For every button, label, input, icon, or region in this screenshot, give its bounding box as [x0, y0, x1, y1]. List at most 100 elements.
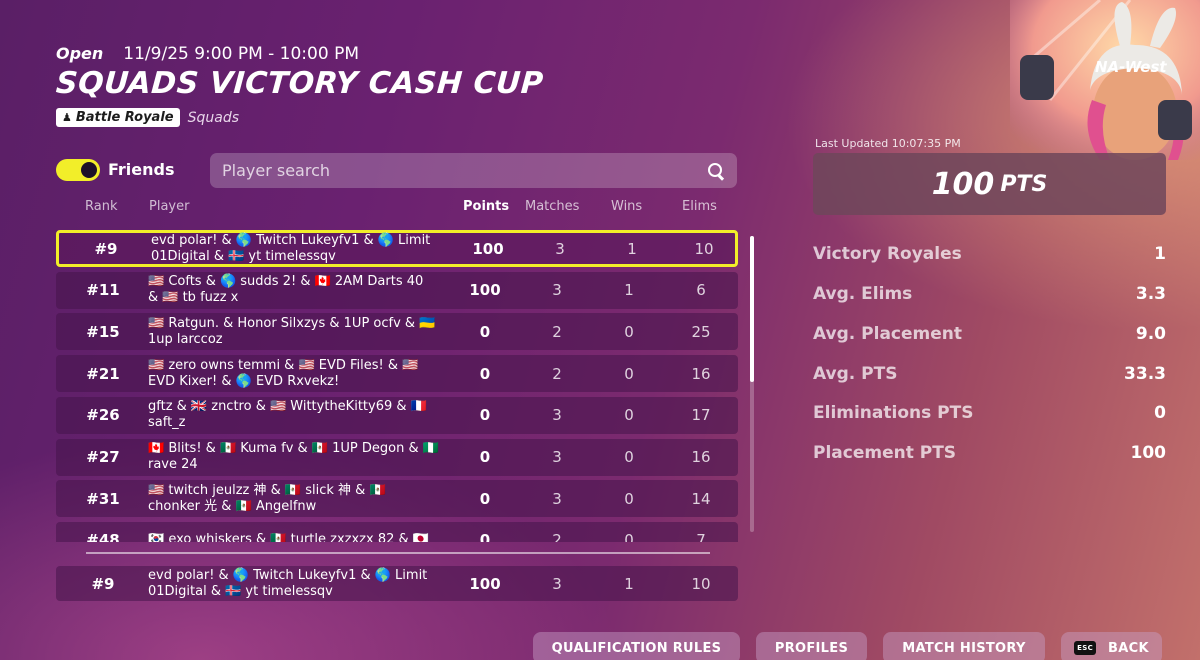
row-elims: 14	[691, 489, 711, 508]
row-points: 100	[469, 281, 501, 300]
back-button[interactable]: ESC BACK	[1061, 632, 1162, 660]
row-wins: 0	[624, 489, 634, 508]
total-points-unit: PTS	[1000, 171, 1048, 197]
back-button-label: BACK	[1108, 640, 1149, 656]
stat-row: Avg. PTS 33.3	[813, 364, 1166, 384]
stat-label: Avg. Elims	[813, 284, 913, 304]
my-players-line1: evd polar! & 🌎 Twitch Lukeyfv1 & 🌎 Limit	[148, 567, 428, 583]
row-matches: 3	[552, 489, 562, 508]
row-elims: 16	[691, 364, 711, 383]
my-elims: 10	[691, 574, 711, 593]
row-players-line1: evd polar! & 🌎 Twitch Lukeyfv1 & 🌎 Limit	[151, 232, 431, 248]
list-divider	[86, 552, 710, 554]
row-points: 100	[472, 239, 504, 258]
stat-label: Victory Royales	[813, 244, 962, 264]
friends-toggle[interactable]	[56, 159, 100, 181]
total-points-box: 100 PTS	[813, 153, 1166, 215]
stat-value: 1	[1154, 244, 1166, 264]
table-row[interactable]: #15 🇺🇸 Ratgun. & Honor Silxzys & 1UP ocfv…	[56, 313, 738, 351]
leaderboard-list[interactable]: #9 evd polar! & 🌎 Twitch Lukeyfv1 & 🌎 Lim…	[56, 230, 738, 542]
row-elims: 17	[691, 406, 711, 425]
player-search-input[interactable]: Player search	[210, 153, 737, 188]
row-wins: 1	[627, 239, 637, 258]
match-history-button[interactable]: MATCH HISTORY	[883, 632, 1045, 660]
team-size-label: Squads	[187, 109, 240, 126]
row-wins: 1	[624, 281, 634, 300]
row-players-line1: gftz & 🇬🇧 znctro & 🇺🇸 WittytheKitty69 & …	[148, 399, 427, 415]
stat-row: Avg. Placement 9.0	[813, 324, 1166, 344]
table-row[interactable]: #11 🇺🇸 Cofts & 🌎 sudds 2! & 🇨🇦 2AM Darts …	[56, 271, 738, 309]
my-rank: #9	[91, 574, 115, 593]
column-header-player: Player	[149, 199, 190, 214]
my-players-line2: 01Digital & 🇮🇸 yt timelessqv	[148, 583, 333, 599]
stat-row: Placement PTS 100	[813, 443, 1166, 463]
row-matches: 2	[552, 322, 562, 341]
row-players: 🇺🇸 twitch jeulzz 神 & 🇲🇽 slick 神 & 🇲🇽 chon…	[148, 480, 458, 517]
my-team-row[interactable]: #9 evd polar! & 🌎 Twitch Lukeyfv1 & 🌎 Li…	[56, 566, 738, 601]
row-players-line2: 01Digital & 🇮🇸 yt timelessqv	[151, 248, 336, 264]
table-row[interactable]: #26 gftz & 🇬🇧 znctro & 🇺🇸 WittytheKitty69…	[56, 396, 738, 434]
row-players: gftz & 🇬🇧 znctro & 🇺🇸 WittytheKitty69 & …	[148, 397, 458, 434]
my-matches: 3	[552, 574, 562, 593]
row-players: 🇰🇷 exo whiskers & 🇲🇽 turtle zxzxzx 82 & …	[148, 522, 458, 542]
row-players-line1: 🇺🇸 Cofts & 🌎 sudds 2! & 🇨🇦 2AM Darts 40	[148, 274, 424, 290]
search-placeholder: Player search	[222, 161, 331, 180]
event-status: Open	[56, 44, 104, 63]
row-matches: 3	[552, 406, 562, 425]
table-row[interactable]: #31 🇺🇸 twitch jeulzz 神 & 🇲🇽 slick 神 & 🇲🇽 c…	[56, 480, 738, 518]
row-players-line1: 🇺🇸 zero owns temmi & 🇺🇸 EVD Files! & 🇺🇸	[148, 357, 419, 373]
row-players-line2: chonker 光 & 🇲🇽 Angelfnw	[148, 498, 317, 514]
row-players: 🇺🇸 zero owns temmi & 🇺🇸 EVD Files! & 🇺🇸 E…	[148, 355, 458, 392]
battle-royale-icon: ♟	[62, 111, 72, 124]
event-time: 11/9/25 9:00 PM - 10:00 PM	[123, 44, 359, 64]
row-matches: 3	[552, 281, 562, 300]
table-row[interactable]: #48 🇰🇷 exo whiskers & 🇲🇽 turtle zxzxzx 82…	[56, 521, 738, 542]
row-rank: #26	[86, 406, 120, 425]
row-elims: 10	[694, 239, 714, 258]
my-players: evd polar! & 🌎 Twitch Lukeyfv1 & 🌎 Limit…	[148, 566, 458, 601]
mode-tag-label: Battle Royale	[75, 110, 174, 125]
row-rank: #48	[86, 531, 120, 542]
table-row[interactable]: #21 🇺🇸 zero owns temmi & 🇺🇸 EVD Files! & …	[56, 355, 738, 393]
qualification-rules-button[interactable]: QUALIFICATION RULES	[533, 632, 740, 660]
row-rank: #11	[86, 281, 120, 300]
profiles-button[interactable]: PROFILES	[756, 632, 867, 660]
friends-label: Friends	[108, 160, 175, 179]
leaderboard-scrollbar[interactable]	[750, 236, 754, 532]
row-players-line2: EVD Kixer! & 🌎 EVD Rxvekz!	[148, 373, 340, 389]
row-matches: 2	[552, 364, 562, 383]
row-players-line1: 🇰🇷 exo whiskers & 🇲🇽 turtle zxzxzx 82 & …	[148, 532, 429, 542]
toggle-knob	[81, 162, 97, 178]
esc-key-icon: ESC	[1074, 641, 1097, 655]
scrollbar-thumb[interactable]	[750, 236, 754, 382]
row-points: 0	[479, 322, 491, 341]
stat-value: 3.3	[1135, 284, 1166, 304]
row-players-line2: saft_z	[148, 415, 186, 431]
table-row[interactable]: #9 evd polar! & 🌎 Twitch Lukeyfv1 & 🌎 Lim…	[56, 230, 738, 267]
stat-row: Avg. Elims 3.3	[813, 284, 1166, 304]
row-elims: 6	[696, 281, 706, 300]
row-wins: 0	[624, 531, 634, 542]
row-players-line1: 🇨🇦 Blits! & 🇲🇽 Kuma fv & 🇲🇽 1UP Degon & …	[148, 441, 439, 456]
total-points-value: 100	[931, 166, 995, 202]
row-players-line2: & 🇺🇸 tb fuzz x	[148, 290, 239, 306]
my-points: 100	[469, 574, 501, 593]
row-players-line1: 🇺🇸 twitch jeulzz 神 & 🇲🇽 slick 神 & 🇲🇽	[148, 482, 386, 498]
column-header-rank: Rank	[85, 199, 118, 214]
character-art-image	[1010, 0, 1200, 160]
column-header-wins: Wins	[611, 199, 643, 214]
row-points: 0	[479, 448, 491, 466]
region-label: NA-West	[1095, 58, 1167, 76]
row-players: 🇺🇸 Cofts & 🌎 sudds 2! & 🇨🇦 2AM Darts 40 &…	[148, 272, 458, 309]
table-row[interactable]: #27 🇨🇦 Blits! & 🇲🇽 Kuma fv & 🇲🇽 1UP Degon…	[56, 438, 738, 476]
row-rank: #15	[86, 322, 120, 341]
row-rank: #9	[94, 239, 118, 258]
row-points: 0	[479, 489, 491, 508]
event-header: Open 11/9/25 9:00 PM - 10:00 PM	[56, 44, 359, 64]
row-players: 🇺🇸 Ratgun. & Honor Silxzys & 1UP ocfv & …	[148, 313, 458, 350]
row-points: 0	[479, 364, 491, 383]
page-title: SQUADS VICTORY CASH CUP	[54, 66, 545, 101]
row-wins: 0	[624, 364, 634, 383]
search-icon[interactable]	[707, 162, 725, 180]
row-matches: 3	[555, 239, 565, 258]
